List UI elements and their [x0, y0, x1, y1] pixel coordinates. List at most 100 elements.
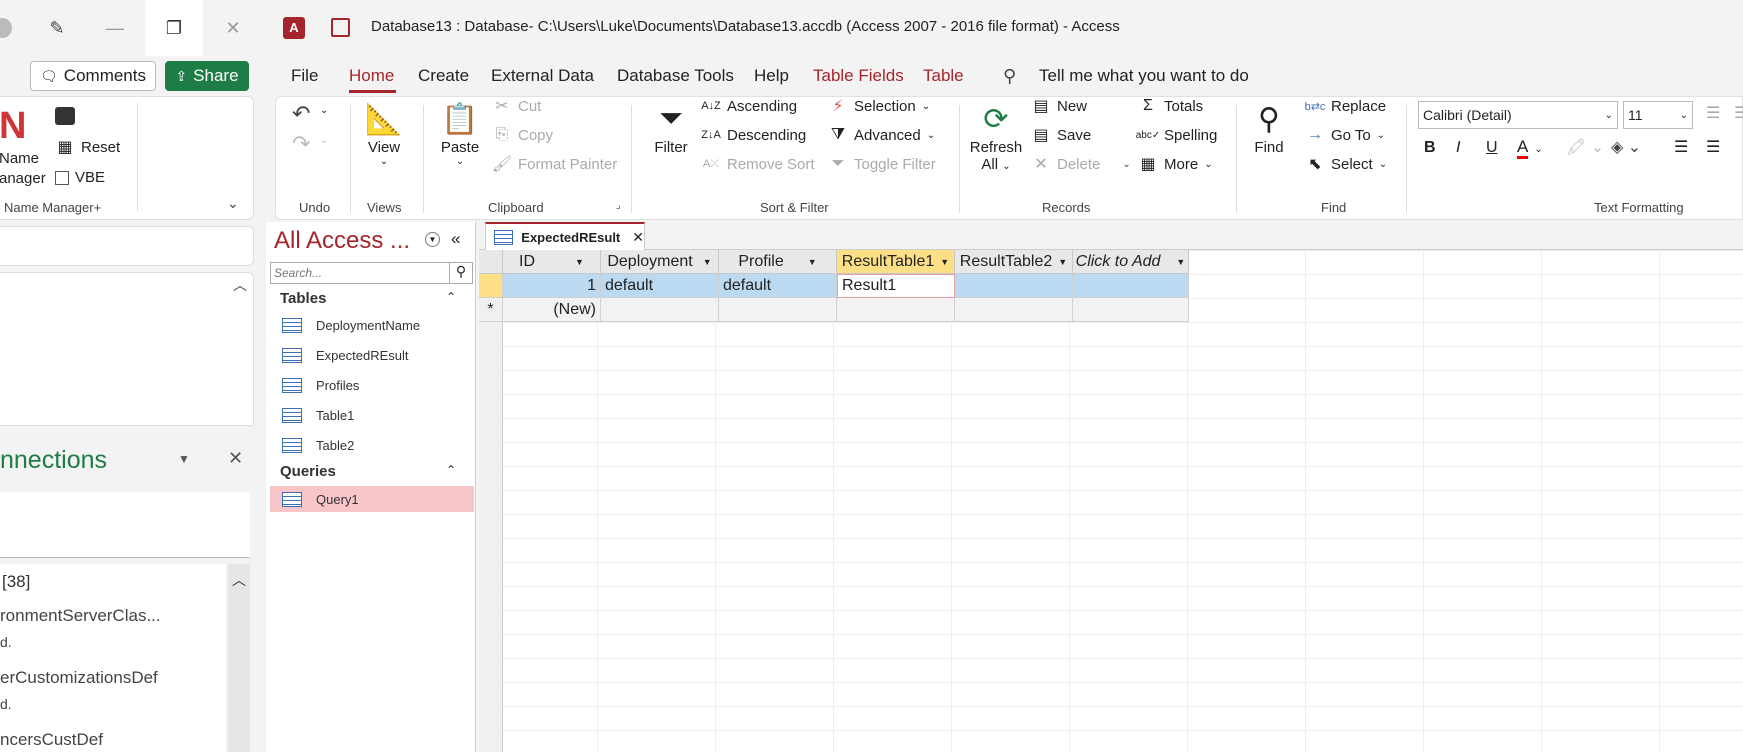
nav-table-item[interactable]: Profiles [282, 372, 472, 398]
paste-button[interactable]: 📋 Paste ⌄ [436, 99, 484, 168]
nav-table-item[interactable]: Table2 [282, 432, 472, 458]
goto-button[interactable]: → Go To ⌄ [1305, 125, 1385, 145]
new-record-selector[interactable]: * [479, 298, 503, 322]
totals-button[interactable]: Σ Totals [1138, 96, 1203, 116]
collapse-section-icon[interactable]: ⌃ [446, 290, 456, 304]
scrollbar[interactable]: ︿ [228, 564, 250, 752]
tell-me-input[interactable]: Tell me what you want to do [1039, 66, 1249, 86]
find-button[interactable]: ⚲ Find [1246, 99, 1292, 157]
undo-dropdown-icon[interactable]: ⌄ [320, 105, 328, 116]
nav-query-item[interactable]: Query1 [282, 486, 472, 512]
chevron-down-icon[interactable]: ▼ [940, 257, 949, 267]
scroll-up-icon[interactable]: ︿ [228, 564, 250, 590]
list-item[interactable]: ronmentServerClas... [0, 606, 161, 626]
tab-table-fields[interactable]: Table Fields [813, 66, 904, 86]
bullets-icon-2[interactable]: ☰ [1734, 103, 1743, 123]
close-panel-icon[interactable]: ✕ [228, 448, 243, 469]
column-header-resulttable1[interactable]: ResultTable1 ▼ [837, 250, 955, 274]
chevron-down-icon[interactable]: ▼ [1058, 257, 1067, 267]
remove-sort-button[interactable]: A⤫ Remove Sort [701, 154, 815, 174]
highlight-icon[interactable]: 🖍 ⌄ [1566, 137, 1604, 157]
selection-button[interactable]: ⚡ Selection ⌄ [828, 96, 930, 116]
underline-button[interactable]: U [1486, 139, 1498, 157]
column-header-click-to-add[interactable]: Click to Add ▼ [1073, 250, 1189, 274]
bold-button[interactable]: B [1424, 139, 1436, 157]
collapse-section-icon[interactable]: ⌃ [446, 463, 456, 477]
collapse-pane-icon[interactable]: « [451, 229, 460, 249]
cut-button[interactable]: ✂ Cut [492, 96, 541, 116]
cell-click-to-add[interactable] [1073, 274, 1189, 298]
tables-section-header[interactable]: Tables [280, 290, 326, 307]
bullets-icon[interactable]: ☰ [1706, 103, 1720, 123]
spelling-button[interactable]: abc✓ Spelling [1136, 125, 1218, 145]
align-left-icon[interactable]: ☰ [1674, 137, 1688, 157]
select-button[interactable]: ⬉ Select ⌄ [1305, 154, 1387, 174]
select-all-corner[interactable] [479, 250, 503, 274]
comments-button[interactable]: 🗨 Comments [30, 61, 156, 91]
restore-button[interactable]: ❐ [145, 0, 203, 56]
cell-deployment[interactable]: default [601, 274, 719, 298]
column-header-resulttable2[interactable]: ResultTable2 ▼ [955, 250, 1073, 274]
search-icon[interactable]: ⚲ [1003, 66, 1016, 87]
tab-create[interactable]: Create [418, 66, 469, 86]
descending-button[interactable]: Z↓A Descending [701, 125, 806, 145]
column-header-deployment[interactable]: Deployment ▼ [601, 250, 719, 274]
dialog-launcher-icon[interactable]: ⌟ [616, 200, 621, 211]
advanced-button[interactable]: ⧩ Advanced ⌄ [828, 125, 935, 145]
save-icon[interactable] [331, 18, 350, 37]
font-size-select[interactable]: 11 ⌄ [1623, 101, 1693, 129]
minimize-button[interactable]: — [86, 0, 144, 56]
font-color-button[interactable]: A ⌄ [1517, 137, 1543, 159]
close-button[interactable]: ✕ [204, 0, 262, 56]
cell-new-resulttable1[interactable] [837, 298, 955, 322]
queries-section-header[interactable]: Queries [280, 463, 336, 480]
nav-table-item[interactable]: Table1 [282, 402, 472, 428]
tab-file[interactable]: File [291, 66, 318, 86]
nav-dropdown-icon[interactable]: ▼ [425, 232, 440, 247]
cell-new-resulttable2[interactable] [955, 298, 1073, 322]
align-center-icon[interactable]: ☰ [1706, 137, 1720, 157]
record-selector-current[interactable] [479, 274, 503, 298]
close-tab-icon[interactable]: ✕ [632, 229, 644, 246]
reset-button[interactable]: ▦ Reset [55, 137, 120, 157]
cell-new-deployment[interactable] [601, 298, 719, 322]
delete-record-button[interactable]: ✕ Delete ⌄ [1031, 154, 1130, 174]
chevron-up-icon[interactable]: ︿ [233, 275, 247, 295]
vbe-checkbox[interactable]: VBE [55, 169, 105, 186]
redo-dropdown-icon[interactable]: ⌄ [320, 135, 328, 146]
tab-table[interactable]: Table [923, 66, 964, 86]
list-item[interactable]: erCustomizationsDef [0, 668, 158, 688]
view-button[interactable]: 📐 View ⌄ [358, 99, 410, 168]
column-header-profile[interactable]: Profile ▼ [719, 250, 837, 274]
avatar[interactable] [0, 18, 12, 38]
dropdown-icon[interactable]: ▼ [178, 452, 190, 466]
chevron-down-icon[interactable]: ▼ [808, 257, 817, 267]
ascending-button[interactable]: A↓Z Ascending [701, 96, 797, 116]
tab-home[interactable]: Home [349, 66, 394, 86]
cell-resulttable1-editing[interactable]: Result1 [837, 274, 955, 298]
chevron-down-icon[interactable]: ▼ [703, 257, 712, 267]
save-record-button[interactable]: ▤ Save [1031, 125, 1091, 145]
replace-button[interactable]: b⇄c Replace [1305, 96, 1386, 116]
chevron-down-icon[interactable]: ⌄ [227, 195, 239, 212]
toggle-filter-button[interactable]: ⏷ Toggle Filter [828, 154, 936, 174]
pen-icon[interactable]: ✎ [28, 0, 86, 56]
cell-new-click-to-add[interactable] [1073, 298, 1189, 322]
macro-icon[interactable] [55, 107, 75, 125]
format-painter-button[interactable]: 🖌 Format Painter [492, 154, 617, 174]
nav-search-input[interactable] [270, 262, 450, 284]
tab-external-data[interactable]: External Data [491, 66, 594, 86]
font-name-select[interactable]: Calibri (Detail) ⌄ [1418, 101, 1618, 129]
cell-new-id[interactable]: (New) [503, 298, 601, 322]
fill-color-icon[interactable]: ◈ ⌄ [1611, 137, 1641, 157]
undo-icon[interactable]: ↶ [292, 101, 310, 127]
copy-button[interactable]: ⎘ Copy [492, 125, 553, 145]
document-tab[interactable]: ExpectedREsult ✕ [485, 222, 645, 250]
new-record-button[interactable]: ▤ New [1031, 96, 1087, 116]
tab-database-tools[interactable]: Database Tools [617, 66, 734, 86]
cell-resulttable2[interactable] [955, 274, 1073, 298]
redo-icon[interactable]: ↷ [292, 131, 310, 157]
nav-pane-title[interactable]: All Access ... [274, 227, 410, 255]
refresh-all-button[interactable]: ⟳ Refresh All ⌄ [968, 99, 1024, 174]
more-button[interactable]: ▦ More ⌄ [1138, 154, 1212, 174]
